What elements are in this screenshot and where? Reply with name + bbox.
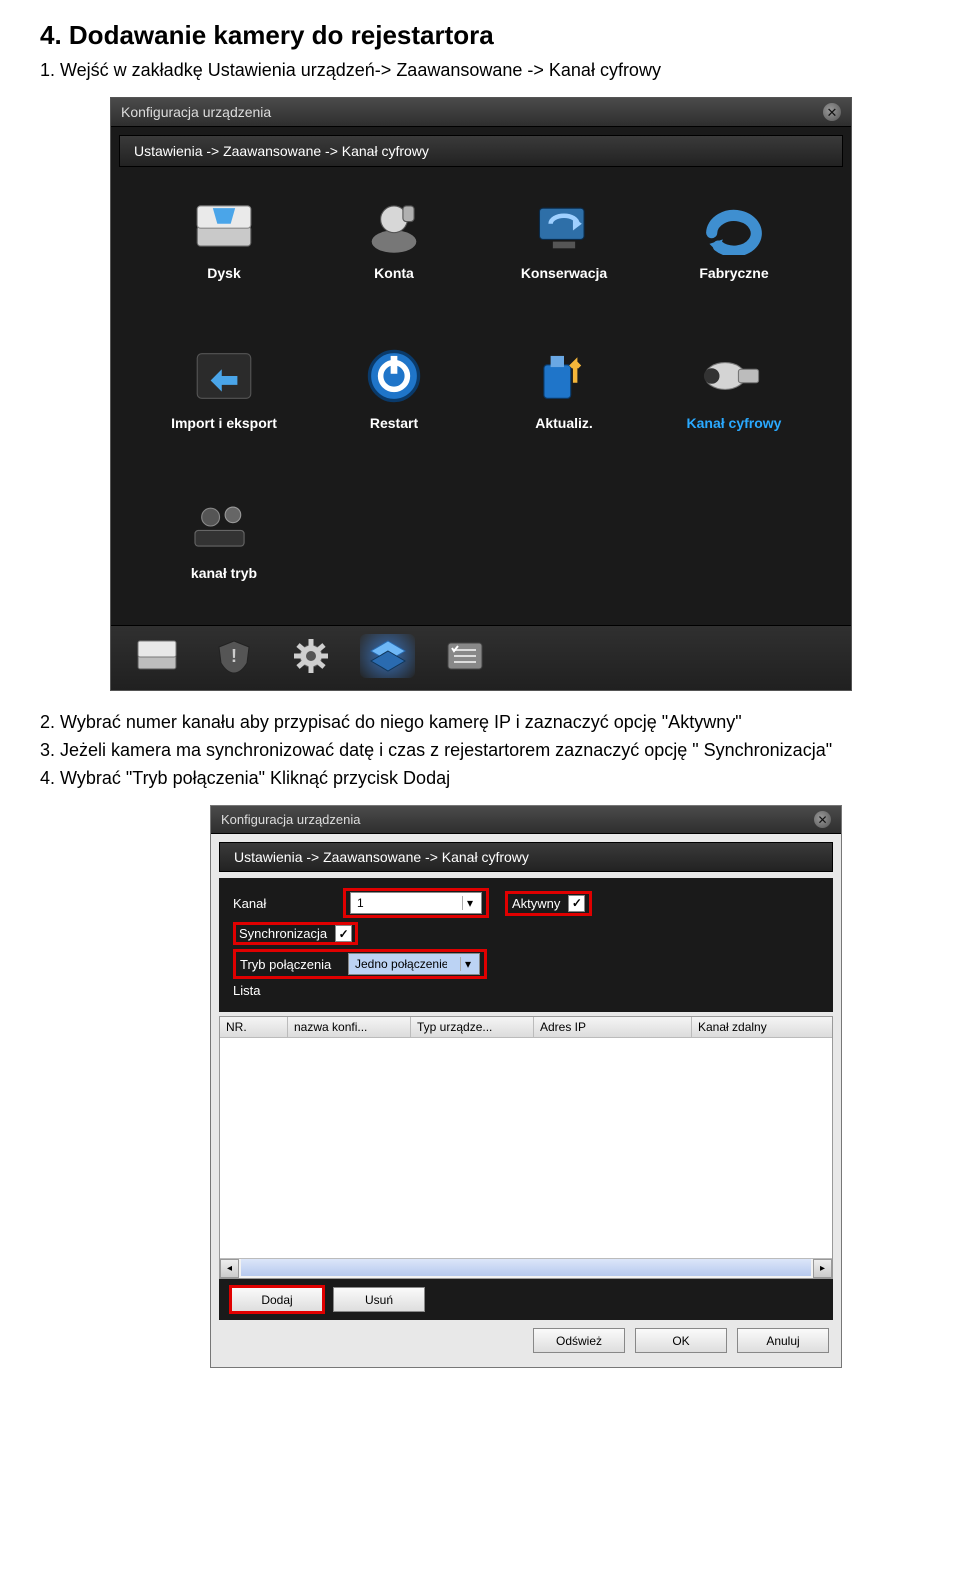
digital-channel-icon xyxy=(694,345,774,407)
dodaj-button[interactable]: Dodaj xyxy=(231,1287,323,1312)
ok-button[interactable]: OK xyxy=(635,1328,727,1353)
horizontal-scrollbar[interactable]: ◂ ▸ xyxy=(220,1258,832,1278)
settings-window: Konfiguracja urządzenia ✕ Ustawienia -> … xyxy=(110,97,852,691)
grid-item-label: Import i eksport xyxy=(159,415,289,431)
close-icon[interactable]: ✕ xyxy=(814,811,831,828)
window-title: Konfiguracja urządzenia xyxy=(121,104,271,120)
grid-item-konserwacja[interactable]: Konserwacja xyxy=(499,195,629,315)
section-heading: 4. Dodawanie kamery do rejestartora xyxy=(40,20,920,51)
instruction-item: Wybrać "Tryb połączenia" Kliknąć przycis… xyxy=(60,765,920,791)
form-area: Kanał 1 ▾ Aktywny ✓ Synchronizacja ✓ Try… xyxy=(219,878,833,1012)
bottom-nav-shield-icon[interactable]: ! xyxy=(206,634,261,678)
instruction-item: Jeżeli kamera ma synchronizować datę i c… xyxy=(60,737,920,763)
grid-item-dysk[interactable]: Dysk xyxy=(159,195,289,315)
tryb-value: Jedno połączenie xyxy=(355,957,447,971)
bottom-nav-disk-icon[interactable] xyxy=(129,634,184,678)
instruction-item: Wybrać numer kanału aby przypisać do nie… xyxy=(60,709,920,735)
aktywny-label: Aktywny xyxy=(512,896,560,911)
factory-reset-icon xyxy=(694,195,774,257)
col-adres[interactable]: Adres IP xyxy=(534,1017,692,1037)
lista-label: Lista xyxy=(233,983,333,998)
import-export-icon xyxy=(184,345,264,407)
grid-item-label: Restart xyxy=(329,415,459,431)
grid-item-kanal-cyfrowy[interactable]: Kanał cyfrowy xyxy=(669,345,799,465)
tryb-dropdown[interactable]: Jedno połączenie ▾ xyxy=(348,953,480,975)
synchronizacja-checkbox[interactable]: ✓ xyxy=(335,925,352,942)
grid-item-label: Konta xyxy=(329,265,459,281)
grid-item-restart[interactable]: Restart xyxy=(329,345,459,465)
bottom-nav-list-icon[interactable] xyxy=(437,634,492,678)
instruction-list-cont: Wybrać numer kanału aby przypisać do nie… xyxy=(60,709,920,791)
bottom-nav-gear-icon[interactable] xyxy=(283,634,338,678)
scroll-thumb[interactable] xyxy=(241,1259,811,1276)
grid-item-fabryczne[interactable]: Fabryczne xyxy=(669,195,799,315)
tryb-highlight: Tryb połączenia Jedno połączenie ▾ xyxy=(233,949,487,979)
accounts-icon xyxy=(354,195,434,257)
kanal-value: 1 xyxy=(357,896,364,910)
restart-icon xyxy=(354,345,434,407)
bottom-nav-advanced-icon[interactable] xyxy=(360,634,415,678)
col-typ[interactable]: Typ urządze... xyxy=(411,1017,534,1037)
grid-item-import-eksport[interactable]: Import i eksport xyxy=(159,345,289,465)
chevron-down-icon: ▾ xyxy=(462,896,477,910)
col-zdalny[interactable]: Kanał zdalny xyxy=(692,1017,832,1037)
anuluj-button[interactable]: Anuluj xyxy=(737,1328,829,1353)
grid-item-label: Dysk xyxy=(159,265,289,281)
grid-item-aktualiz[interactable]: Aktualiz. xyxy=(499,345,629,465)
channel-config-window: Konfiguracja urządzenia ✕ Ustawienia -> … xyxy=(210,805,842,1368)
col-nazwa[interactable]: nazwa konfi... xyxy=(288,1017,411,1037)
disk-icon xyxy=(184,195,264,257)
aktywny-highlight: Aktywny ✓ xyxy=(505,891,592,916)
channel-mode-icon xyxy=(184,495,264,557)
bottom-nav-row: ! xyxy=(111,625,851,690)
kanal-label: Kanał xyxy=(233,896,333,911)
grid-item-label: Fabryczne xyxy=(669,265,799,281)
scroll-left-icon[interactable]: ◂ xyxy=(220,1259,239,1278)
usun-button[interactable]: Usuń xyxy=(333,1287,425,1312)
col-nr[interactable]: NR. xyxy=(220,1017,288,1037)
odswiez-button[interactable]: Odśwież xyxy=(533,1328,625,1353)
kanal-highlight: 1 ▾ xyxy=(343,888,489,918)
dialog-button-row: Odśwież OK Anuluj xyxy=(211,1320,841,1367)
svg-text:!: ! xyxy=(231,646,237,666)
grid-item-konta[interactable]: Konta xyxy=(329,195,459,315)
settings-grid: Dysk Konta Konserwacja Fabryczne Import xyxy=(111,167,851,625)
synchronizacja-highlight: Synchronizacja ✓ xyxy=(233,922,358,945)
list-area: NR. nazwa konfi... Typ urządze... Adres … xyxy=(219,1016,833,1279)
synchronizacja-label: Synchronizacja xyxy=(239,926,327,941)
grid-item-kanal-tryb[interactable]: kanał tryb xyxy=(159,495,289,615)
instruction-list: Wejść w zakładkę Ustawienia urządzeń-> Z… xyxy=(60,57,920,83)
tryb-label: Tryb połączenia xyxy=(240,957,340,972)
chevron-down-icon: ▾ xyxy=(460,957,475,971)
instruction-item: Wejść w zakładkę Ustawienia urządzeń-> Z… xyxy=(60,57,920,83)
list-header: NR. nazwa konfi... Typ urządze... Adres … xyxy=(220,1017,832,1038)
grid-item-label: Aktualiz. xyxy=(499,415,629,431)
close-icon[interactable]: ✕ xyxy=(823,103,841,121)
window-title: Konfiguracja urządzenia xyxy=(221,812,360,827)
grid-item-label: Konserwacja xyxy=(499,265,629,281)
breadcrumb: Ustawienia -> Zaawansowane -> Kanał cyfr… xyxy=(119,135,843,167)
update-icon xyxy=(524,345,604,407)
window-titlebar: Konfiguracja urządzenia ✕ xyxy=(211,806,841,834)
list-button-row: Dodaj Usuń xyxy=(219,1279,833,1320)
grid-item-label: kanał tryb xyxy=(159,565,289,581)
grid-item-label: Kanał cyfrowy xyxy=(669,415,799,431)
list-body[interactable] xyxy=(220,1038,832,1258)
aktywny-checkbox[interactable]: ✓ xyxy=(568,895,585,912)
window-titlebar: Konfiguracja urządzenia ✕ xyxy=(111,98,851,127)
kanal-dropdown[interactable]: 1 ▾ xyxy=(350,892,482,914)
scroll-right-icon[interactable]: ▸ xyxy=(813,1259,832,1278)
breadcrumb: Ustawienia -> Zaawansowane -> Kanał cyfr… xyxy=(219,842,833,872)
maintenance-icon xyxy=(524,195,604,257)
